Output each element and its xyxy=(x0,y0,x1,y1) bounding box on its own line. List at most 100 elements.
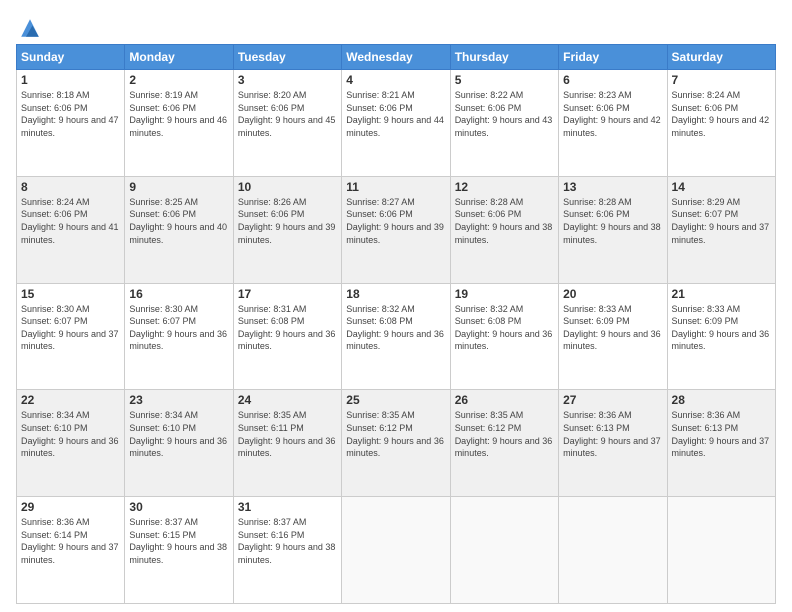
table-row: 10 Sunrise: 8:26 AMSunset: 6:06 PMDaylig… xyxy=(233,176,341,283)
table-row: 12 Sunrise: 8:28 AMSunset: 6:06 PMDaylig… xyxy=(450,176,558,283)
day-number: 13 xyxy=(563,180,662,194)
table-row: 30 Sunrise: 8:37 AMSunset: 6:15 PMDaylig… xyxy=(125,497,233,604)
day-number: 26 xyxy=(455,393,554,407)
day-info: Sunrise: 8:23 AMSunset: 6:06 PMDaylight:… xyxy=(563,90,661,138)
table-row: 3 Sunrise: 8:20 AMSunset: 6:06 PMDayligh… xyxy=(233,70,341,177)
day-info: Sunrise: 8:26 AMSunset: 6:06 PMDaylight:… xyxy=(238,197,336,245)
day-info: Sunrise: 8:34 AMSunset: 6:10 PMDaylight:… xyxy=(129,410,227,458)
day-number: 25 xyxy=(346,393,445,407)
table-row xyxy=(667,497,775,604)
day-number: 5 xyxy=(455,73,554,87)
day-info: Sunrise: 8:27 AMSunset: 6:06 PMDaylight:… xyxy=(346,197,444,245)
table-row: 5 Sunrise: 8:22 AMSunset: 6:06 PMDayligh… xyxy=(450,70,558,177)
table-row: 22 Sunrise: 8:34 AMSunset: 6:10 PMDaylig… xyxy=(17,390,125,497)
day-info: Sunrise: 8:25 AMSunset: 6:06 PMDaylight:… xyxy=(129,197,227,245)
day-info: Sunrise: 8:32 AMSunset: 6:08 PMDaylight:… xyxy=(455,304,553,352)
day-info: Sunrise: 8:20 AMSunset: 6:06 PMDaylight:… xyxy=(238,90,336,138)
header-sunday: Sunday xyxy=(17,45,125,70)
day-info: Sunrise: 8:28 AMSunset: 6:06 PMDaylight:… xyxy=(563,197,661,245)
day-number: 12 xyxy=(455,180,554,194)
header-wednesday: Wednesday xyxy=(342,45,450,70)
day-info: Sunrise: 8:33 AMSunset: 6:09 PMDaylight:… xyxy=(563,304,661,352)
day-number: 11 xyxy=(346,180,445,194)
day-number: 8 xyxy=(21,180,120,194)
table-row: 19 Sunrise: 8:32 AMSunset: 6:08 PMDaylig… xyxy=(450,283,558,390)
day-info: Sunrise: 8:30 AMSunset: 6:07 PMDaylight:… xyxy=(21,304,119,352)
table-row: 16 Sunrise: 8:30 AMSunset: 6:07 PMDaylig… xyxy=(125,283,233,390)
day-info: Sunrise: 8:31 AMSunset: 6:08 PMDaylight:… xyxy=(238,304,336,352)
header-tuesday: Tuesday xyxy=(233,45,341,70)
day-number: 28 xyxy=(672,393,771,407)
header-saturday: Saturday xyxy=(667,45,775,70)
day-number: 17 xyxy=(238,287,337,301)
day-number: 16 xyxy=(129,287,228,301)
day-info: Sunrise: 8:21 AMSunset: 6:06 PMDaylight:… xyxy=(346,90,444,138)
day-info: Sunrise: 8:22 AMSunset: 6:06 PMDaylight:… xyxy=(455,90,553,138)
table-row: 9 Sunrise: 8:25 AMSunset: 6:06 PMDayligh… xyxy=(125,176,233,283)
header xyxy=(16,12,776,40)
day-info: Sunrise: 8:28 AMSunset: 6:06 PMDaylight:… xyxy=(455,197,553,245)
table-row: 31 Sunrise: 8:37 AMSunset: 6:16 PMDaylig… xyxy=(233,497,341,604)
table-row: 18 Sunrise: 8:32 AMSunset: 6:08 PMDaylig… xyxy=(342,283,450,390)
table-row: 13 Sunrise: 8:28 AMSunset: 6:06 PMDaylig… xyxy=(559,176,667,283)
day-number: 6 xyxy=(563,73,662,87)
table-row: 23 Sunrise: 8:34 AMSunset: 6:10 PMDaylig… xyxy=(125,390,233,497)
day-number: 21 xyxy=(672,287,771,301)
table-row: 28 Sunrise: 8:36 AMSunset: 6:13 PMDaylig… xyxy=(667,390,775,497)
day-info: Sunrise: 8:24 AMSunset: 6:06 PMDaylight:… xyxy=(672,90,770,138)
day-number: 7 xyxy=(672,73,771,87)
day-number: 22 xyxy=(21,393,120,407)
day-info: Sunrise: 8:37 AMSunset: 6:16 PMDaylight:… xyxy=(238,517,336,565)
table-row: 29 Sunrise: 8:36 AMSunset: 6:14 PMDaylig… xyxy=(17,497,125,604)
calendar-header-row: Sunday Monday Tuesday Wednesday Thursday… xyxy=(17,45,776,70)
table-row: 6 Sunrise: 8:23 AMSunset: 6:06 PMDayligh… xyxy=(559,70,667,177)
day-info: Sunrise: 8:35 AMSunset: 6:12 PMDaylight:… xyxy=(455,410,553,458)
day-info: Sunrise: 8:18 AMSunset: 6:06 PMDaylight:… xyxy=(21,90,119,138)
day-info: Sunrise: 8:29 AMSunset: 6:07 PMDaylight:… xyxy=(672,197,770,245)
day-number: 31 xyxy=(238,500,337,514)
table-row: 21 Sunrise: 8:33 AMSunset: 6:09 PMDaylig… xyxy=(667,283,775,390)
day-info: Sunrise: 8:33 AMSunset: 6:09 PMDaylight:… xyxy=(672,304,770,352)
logo-icon xyxy=(18,16,42,40)
table-row: 4 Sunrise: 8:21 AMSunset: 6:06 PMDayligh… xyxy=(342,70,450,177)
day-number: 15 xyxy=(21,287,120,301)
day-number: 14 xyxy=(672,180,771,194)
header-monday: Monday xyxy=(125,45,233,70)
header-thursday: Thursday xyxy=(450,45,558,70)
table-row: 17 Sunrise: 8:31 AMSunset: 6:08 PMDaylig… xyxy=(233,283,341,390)
day-info: Sunrise: 8:36 AMSunset: 6:14 PMDaylight:… xyxy=(21,517,119,565)
day-info: Sunrise: 8:30 AMSunset: 6:07 PMDaylight:… xyxy=(129,304,227,352)
day-number: 4 xyxy=(346,73,445,87)
table-row: 20 Sunrise: 8:33 AMSunset: 6:09 PMDaylig… xyxy=(559,283,667,390)
day-number: 27 xyxy=(563,393,662,407)
calendar-table: Sunday Monday Tuesday Wednesday Thursday… xyxy=(16,44,776,604)
table-row: 27 Sunrise: 8:36 AMSunset: 6:13 PMDaylig… xyxy=(559,390,667,497)
table-row: 7 Sunrise: 8:24 AMSunset: 6:06 PMDayligh… xyxy=(667,70,775,177)
table-row: 8 Sunrise: 8:24 AMSunset: 6:06 PMDayligh… xyxy=(17,176,125,283)
table-row: 26 Sunrise: 8:35 AMSunset: 6:12 PMDaylig… xyxy=(450,390,558,497)
day-number: 10 xyxy=(238,180,337,194)
day-info: Sunrise: 8:36 AMSunset: 6:13 PMDaylight:… xyxy=(672,410,770,458)
day-number: 30 xyxy=(129,500,228,514)
day-number: 20 xyxy=(563,287,662,301)
table-row xyxy=(342,497,450,604)
day-number: 23 xyxy=(129,393,228,407)
table-row xyxy=(450,497,558,604)
day-number: 29 xyxy=(21,500,120,514)
day-info: Sunrise: 8:19 AMSunset: 6:06 PMDaylight:… xyxy=(129,90,227,138)
table-row: 15 Sunrise: 8:30 AMSunset: 6:07 PMDaylig… xyxy=(17,283,125,390)
day-info: Sunrise: 8:24 AMSunset: 6:06 PMDaylight:… xyxy=(21,197,119,245)
day-number: 1 xyxy=(21,73,120,87)
table-row: 1 Sunrise: 8:18 AMSunset: 6:06 PMDayligh… xyxy=(17,70,125,177)
day-number: 3 xyxy=(238,73,337,87)
table-row: 2 Sunrise: 8:19 AMSunset: 6:06 PMDayligh… xyxy=(125,70,233,177)
page: Sunday Monday Tuesday Wednesday Thursday… xyxy=(0,0,792,612)
day-info: Sunrise: 8:34 AMSunset: 6:10 PMDaylight:… xyxy=(21,410,119,458)
day-info: Sunrise: 8:36 AMSunset: 6:13 PMDaylight:… xyxy=(563,410,661,458)
day-info: Sunrise: 8:35 AMSunset: 6:11 PMDaylight:… xyxy=(238,410,336,458)
day-number: 18 xyxy=(346,287,445,301)
day-number: 24 xyxy=(238,393,337,407)
day-info: Sunrise: 8:35 AMSunset: 6:12 PMDaylight:… xyxy=(346,410,444,458)
day-info: Sunrise: 8:32 AMSunset: 6:08 PMDaylight:… xyxy=(346,304,444,352)
logo xyxy=(16,16,42,40)
